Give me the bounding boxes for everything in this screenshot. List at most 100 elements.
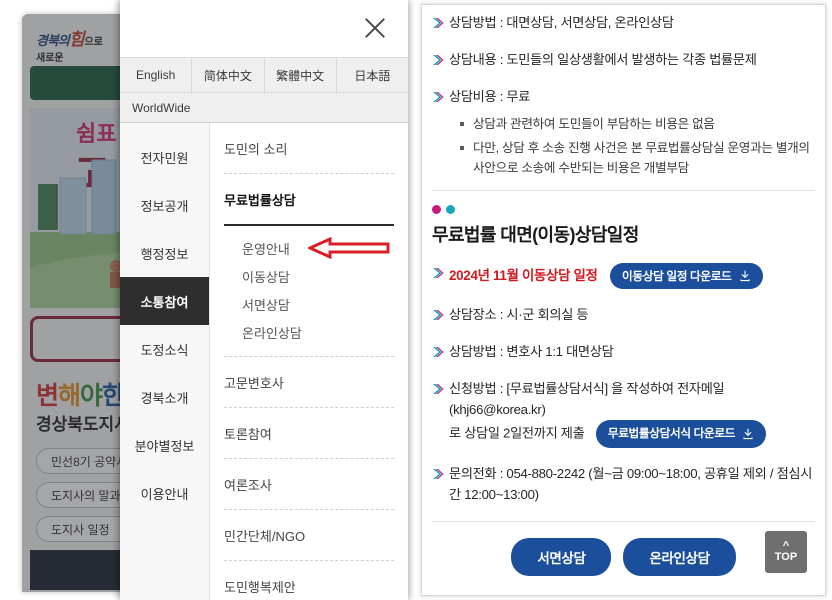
chevron-right-bullet-icon bbox=[432, 345, 449, 363]
submenu-child-1-label: 이동상담 bbox=[242, 269, 290, 285]
menu-item-2-label: 행정정보 bbox=[140, 246, 189, 262]
content-card: 상담방법 : 대면상담, 서면상담, 온라인상담 상담내용 : 도민들의 일상생… bbox=[421, 4, 826, 596]
submenu-title-1-label: 무료법률상담 bbox=[224, 192, 296, 208]
chevron-right-bullet-icon bbox=[432, 382, 449, 400]
submenu-group-고문변호사: 고문변호사 bbox=[224, 357, 394, 408]
logo-part-4: 새로운 bbox=[36, 52, 64, 64]
lang-tab-english[interactable]: English bbox=[120, 58, 193, 92]
submenu-child-운영안내[interactable]: 운영안내 bbox=[242, 234, 394, 262]
menu-item-분야별정보[interactable]: 분야별정보 bbox=[120, 421, 209, 469]
menu-item-1-label: 정보공개 bbox=[140, 198, 189, 214]
submenu-title-0-label: 도민의 소리 bbox=[224, 141, 288, 157]
menu-item-도정소식[interactable]: 도정소식 bbox=[120, 325, 209, 373]
action-button-row: 서면상담 온라인상담 bbox=[432, 521, 815, 577]
submenu-title-도민의소리[interactable]: 도민의 소리 bbox=[224, 123, 394, 173]
apply-row-content: 신청방법 : [무료법률상담서식] 을 작성하여 전자메일(khj66@kore… bbox=[449, 379, 815, 449]
submenu-title-민간단체NGO[interactable]: 민간단체/NGO bbox=[224, 510, 394, 560]
schedule-download-button[interactable]: 이동상담 일정 다운로드 bbox=[610, 263, 763, 290]
menu-item-3-label: 소통참여 bbox=[140, 294, 189, 310]
schedule-row: 2024년 11월 이동상담 일정 이동상담 일정 다운로드 bbox=[432, 263, 815, 290]
change-char-2: 해 bbox=[58, 382, 81, 410]
info-row-1-text: 상담내용 : 도민들의 일상생활에서 발생하는 각종 법률문제 bbox=[449, 52, 757, 67]
left-arrow-annotation-icon bbox=[308, 237, 390, 259]
submenu-title-5-label: 민간단체/NGO bbox=[224, 528, 306, 544]
lang-tab-japanese[interactable]: 日本語 bbox=[337, 58, 408, 92]
scroll-to-top-button[interactable]: ^ TOP bbox=[765, 531, 807, 573]
menu-item-경북소개[interactable]: 경북소개 bbox=[120, 373, 209, 421]
written-consultation-button[interactable]: 서면상담 bbox=[511, 538, 612, 577]
section-row-0-text: 상담장소 : 시·군 회의실 등 bbox=[449, 307, 589, 323]
submenu-group-민간단체NGO: 민간단체/NGO bbox=[224, 510, 394, 561]
scroll-to-top-label: TOP bbox=[774, 550, 798, 563]
cost-sub-bullet-list: 상담과 관련하여 도민들이 부담하는 비용은 없음 다만, 상담 후 소송 진행… bbox=[460, 114, 815, 178]
close-icon[interactable] bbox=[360, 13, 390, 43]
form-download-label: 무료법률상담서식 다운로드 bbox=[607, 427, 736, 441]
menu-item-전자민원[interactable]: 전자민원 bbox=[120, 133, 209, 181]
form-download-button[interactable]: 무료법률상담서식 다운로드 bbox=[595, 420, 767, 449]
menu-item-4-label: 도정소식 bbox=[140, 342, 189, 358]
submenu-child-0-label: 운영안내 bbox=[242, 241, 290, 257]
change-headline: 변해야한 bbox=[36, 376, 125, 412]
change-char-1: 변 bbox=[36, 382, 59, 410]
menu-primary-column: 전자민원 정보공개 행정정보 소통참여 도정소식 경북소개 분야별정보 이용안내 bbox=[120, 123, 210, 600]
logo-part-3: 으로 bbox=[84, 37, 103, 48]
chevron-right-bullet-icon bbox=[432, 308, 449, 326]
submenu-group-도민행복제안: 도민행복제안 bbox=[224, 561, 394, 600]
menu-item-이용안내[interactable]: 이용안내 bbox=[120, 469, 209, 517]
submenu-child-2-label: 서면상담 bbox=[242, 297, 290, 313]
apply-line-1: 신청방법 : [무료법률상담서식] 을 작성하여 전자메일(khj66@kore… bbox=[449, 381, 725, 417]
info-row-상담비용: 상담비용 : 무료 bbox=[432, 87, 815, 108]
online-consultation-button[interactable]: 온라인상담 bbox=[623, 538, 736, 577]
chevron-right-bullet-icon bbox=[432, 266, 449, 284]
menu-item-7-label: 이용안내 bbox=[140, 486, 189, 502]
dot-magenta-icon bbox=[432, 205, 441, 215]
submenu-title-4-label: 여론조사 bbox=[224, 477, 272, 493]
submenu-group-여론조사: 여론조사 bbox=[224, 459, 394, 510]
lang-tab-traditional-chinese[interactable]: 繁體中文 bbox=[265, 58, 337, 92]
phone-row-text: 문의전화 : 054-880-2242 (월~금 09:00~18:00, 공휴… bbox=[449, 466, 813, 502]
schedule-label: 2024년 11월 이동상담 일정 bbox=[449, 268, 598, 284]
cost-sub-bullet-0: 상담과 관련하여 도민들이 부담하는 비용은 없음 bbox=[460, 114, 815, 134]
lang-tab-worldwide[interactable]: WorldWide bbox=[120, 93, 408, 123]
submenu-title-토론참여[interactable]: 토론참여 bbox=[224, 408, 394, 458]
submenu-title-3-label: 토론참여 bbox=[224, 426, 272, 442]
submenu-title-고문변호사[interactable]: 고문변호사 bbox=[224, 357, 394, 407]
menu-item-0-label: 전자민원 bbox=[140, 150, 189, 166]
lang-tab-simplified-chinese[interactable]: 简体中文 bbox=[192, 58, 265, 92]
submenu-active-underline bbox=[224, 224, 394, 226]
change-char-3: 야 bbox=[80, 382, 103, 410]
chevron-right-bullet-icon bbox=[432, 53, 449, 71]
submenu-child-온라인상담[interactable]: 온라인상담 bbox=[242, 318, 394, 346]
menu-item-5-label: 경북소개 bbox=[140, 390, 189, 406]
info-row-상담장소: 상담장소 : 시·군 회의실 등 bbox=[432, 305, 815, 326]
menu-item-소통참여[interactable]: 소통참여 bbox=[120, 277, 209, 325]
site-logo: 경북의힘으로 새로운 bbox=[36, 30, 103, 64]
section-row-1-text: 상담방법 : 변호사 1:1 대면상담 bbox=[449, 344, 614, 360]
submenu-group-토론참여: 토론참여 bbox=[224, 408, 394, 459]
submenu-title-도민행복제안[interactable]: 도민행복제안 bbox=[224, 561, 394, 600]
info-row-상담내용: 상담내용 : 도민들의 일상생활에서 발생하는 각종 법률문제 bbox=[432, 50, 815, 71]
submenu-title-2-label: 고문변호사 bbox=[224, 375, 284, 391]
right-pane: 상담방법 : 대면상담, 서면상담, 온라인상담 상담내용 : 도민들의 일상생… bbox=[415, 0, 832, 600]
left-pane: 경북의힘으로 새로운 보도자료 쉼표 고 bbox=[0, 0, 415, 600]
info-row-0-text: 상담방법 : 대면상담, 서면상담, 온라인상담 bbox=[449, 15, 674, 30]
language-tab-bar: English 简体中文 繁體中文 日本語 bbox=[120, 57, 408, 93]
menu-item-행정정보[interactable]: 행정정보 bbox=[120, 229, 209, 277]
menu-item-정보공개[interactable]: 정보공개 bbox=[120, 181, 209, 229]
submenu-child-서면상담[interactable]: 서면상담 bbox=[242, 290, 394, 318]
submenu-title-여론조사[interactable]: 여론조사 bbox=[224, 459, 394, 509]
info-row-상담방법: 상담방법 : 대면상담, 서면상담, 온라인상담 bbox=[432, 13, 815, 34]
page-title: 무료법률 대면(이동)상담일정 bbox=[432, 225, 639, 246]
screenshot-root: 경북의힘으로 새로운 보도자료 쉼표 고 bbox=[0, 0, 832, 600]
logo-part-2: 힘 bbox=[68, 30, 85, 49]
submenu-child-3-label: 온라인상담 bbox=[242, 325, 302, 341]
submenu-child-이동상담[interactable]: 이동상담 bbox=[242, 262, 394, 290]
download-icon bbox=[742, 428, 754, 440]
fullscreen-menu-panel: English 简体中文 繁體中文 日本語 WorldWide 전자민원 정보공… bbox=[120, 0, 408, 600]
submenu-title-무료법률상담[interactable]: 무료법률상담 bbox=[224, 174, 394, 224]
bg-pill-2-label: 도지사 일정 bbox=[51, 522, 110, 537]
chevron-right-bullet-icon bbox=[432, 467, 449, 485]
section-dot-marker bbox=[432, 205, 815, 215]
menu-header bbox=[120, 0, 408, 57]
apply-line-2: 로 상담일 2일전까지 제출 bbox=[449, 425, 585, 441]
